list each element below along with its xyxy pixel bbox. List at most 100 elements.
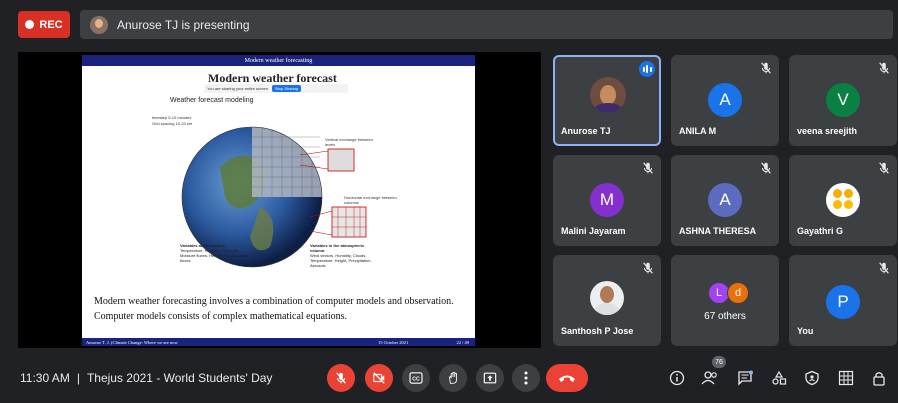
- activities-button[interactable]: [770, 369, 788, 387]
- raise-hand-icon: [449, 371, 457, 384]
- slide-text-1: Modern weather forecasting involves a co…: [94, 296, 454, 307]
- presentation-stage[interactable]: Modern weather forecasting Modern weathe…: [18, 52, 541, 348]
- record-dot-icon: [25, 20, 35, 29]
- avatar: d: [727, 282, 749, 304]
- people-button[interactable]: [701, 369, 719, 387]
- chat-icon: [738, 370, 753, 386]
- participant-name: veena sreejith: [797, 126, 858, 136]
- timestep-label: timestep 5-10 minutes: [152, 115, 192, 120]
- captions-icon: CC: [409, 372, 423, 384]
- avatar: [826, 183, 860, 217]
- column-variables-title: Variables in the atmospheric column:: [310, 243, 365, 253]
- participant-name: Malini Jayaram: [561, 226, 626, 236]
- present-button[interactable]: [476, 364, 504, 392]
- svg-text:CC: CC: [412, 377, 420, 383]
- people-count-badge: 76: [712, 356, 726, 368]
- globe-diagram: timestep 5-10 minutes Grid spacing 10-20…: [152, 107, 400, 287]
- meeting-title: Thejus 2021 - World Students' Day: [86, 371, 273, 385]
- slide-footer: Anurose T. J. (Climate Change: Where we …: [82, 338, 475, 346]
- vertical-exchange-label: Vertical exchange between levels: [325, 137, 373, 147]
- info-icon: [669, 370, 685, 386]
- chat-button[interactable]: [736, 369, 754, 387]
- stop-sharing-button: Stop Sharing: [272, 85, 302, 92]
- meeting-separator: |: [76, 371, 80, 385]
- meeting-time: 11:30 AM: [20, 371, 70, 385]
- participant-tile-veena[interactable]: V veena sreejith: [789, 55, 897, 146]
- present-icon: [483, 372, 497, 384]
- slide: Modern weather forecasting Modern weathe…: [82, 55, 475, 346]
- slide-body: Modern weather forecasting involves a co…: [94, 295, 466, 325]
- host-controls-icon: [805, 370, 819, 386]
- avatar: [590, 77, 626, 113]
- end-call-button[interactable]: [546, 364, 588, 392]
- presenting-banner[interactable]: Anurose TJ is presenting: [80, 10, 893, 39]
- surface-variables: Variables at the surface: Temperature, H…: [180, 243, 250, 263]
- raise-hand-button[interactable]: [439, 364, 467, 392]
- lock-button[interactable]: [870, 369, 888, 387]
- participant-tile-you[interactable]: P You: [789, 255, 897, 346]
- slide-text-2: Computer models consists of complex math…: [94, 311, 348, 322]
- participant-name: Gayathri G: [797, 226, 844, 236]
- participant-tile-anila[interactable]: A ANILA M: [671, 55, 779, 146]
- mic-off-icon: [643, 262, 653, 274]
- mic-off-icon: [761, 162, 771, 174]
- more-options-icon: [524, 371, 528, 385]
- avatar: A: [708, 83, 742, 117]
- camera-off-icon: [373, 372, 385, 384]
- others-avatars: L d: [708, 282, 749, 304]
- participant-tile-malini[interactable]: M Malini Jayaram: [553, 155, 661, 246]
- horizontal-exchange-label: Horizontal exchange between columns: [344, 195, 397, 205]
- participant-name: ASHNA THERESA: [679, 226, 757, 236]
- participant-tile-santhosh[interactable]: Santhosh P Jose: [553, 255, 661, 346]
- slide-header: Modern weather forecasting: [82, 55, 475, 66]
- participant-tile-others[interactable]: L d 67 others: [671, 255, 779, 346]
- activities-icon: [772, 370, 787, 385]
- rec-label: REC: [39, 18, 63, 31]
- mic-off-icon: [336, 372, 346, 384]
- grid-icon: [838, 370, 854, 386]
- speaking-indicator-icon: [639, 61, 655, 77]
- mic-off-icon: [879, 162, 889, 174]
- avatar: P: [826, 285, 860, 319]
- lock-icon: [873, 372, 885, 386]
- layout-button[interactable]: [837, 369, 855, 387]
- meeting-details-button[interactable]: [668, 369, 686, 387]
- share-screen-banner: You are sharing your entire screen Stop …: [204, 84, 348, 93]
- participant-tile-gayathri[interactable]: Gayathri G: [789, 155, 897, 246]
- camera-toggle-button[interactable]: [365, 364, 393, 392]
- bottom-bar: 11:30 AM | Thejus 2021 - World Students'…: [0, 355, 898, 403]
- footer-author: Anurose T. J. (Climate Change: Where we …: [86, 339, 178, 345]
- more-options-button[interactable]: [512, 364, 540, 392]
- participant-name: Santhosh P Jose: [561, 326, 634, 336]
- participant-tile-ashna[interactable]: A ASHNA THERESA: [671, 155, 779, 246]
- end-call-icon: [559, 375, 575, 382]
- avatar: A: [708, 183, 742, 217]
- mic-off-icon: [643, 162, 653, 174]
- footer-date: 15 October 2021: [378, 339, 409, 345]
- mic-off-icon: [879, 262, 889, 274]
- column-variables-items: Wind vectors, Humidity, Clouds, Temperat…: [310, 253, 372, 268]
- footer-page: 22 / 49: [456, 339, 469, 345]
- participant-tile-anurose[interactable]: Anurose TJ: [553, 55, 661, 146]
- slide-subtitle: Weather forecast modeling: [170, 97, 254, 104]
- share-banner-text: You are sharing your entire screen: [207, 86, 268, 91]
- column-variables: Variables in the atmospheric column: Win…: [310, 243, 380, 268]
- participant-name: Anurose TJ: [561, 126, 611, 136]
- grid-label: Grid spacing 10-20 km: [152, 121, 193, 126]
- presenter-avatar: [90, 15, 108, 34]
- others-count: 67 others: [704, 311, 746, 322]
- mic-off-icon: [879, 62, 889, 74]
- surface-variables-items: Temperature, Humidity, Pressure, Moistur…: [180, 248, 249, 263]
- participant-name: ANILA M: [679, 126, 717, 136]
- presenting-text: Anurose TJ is presenting: [117, 17, 250, 32]
- top-bar: REC Anurose TJ is presenting: [0, 0, 898, 46]
- meeting-info: 11:30 AM | Thejus 2021 - World Students'…: [20, 371, 272, 385]
- avatar: V: [826, 83, 860, 117]
- host-controls-button[interactable]: [803, 369, 821, 387]
- people-icon: [701, 371, 717, 385]
- mic-toggle-button[interactable]: [327, 364, 355, 392]
- mic-off-icon: [761, 62, 771, 74]
- avatar: [590, 281, 624, 315]
- captions-button[interactable]: CC: [402, 364, 430, 392]
- recording-badge[interactable]: REC: [18, 11, 70, 38]
